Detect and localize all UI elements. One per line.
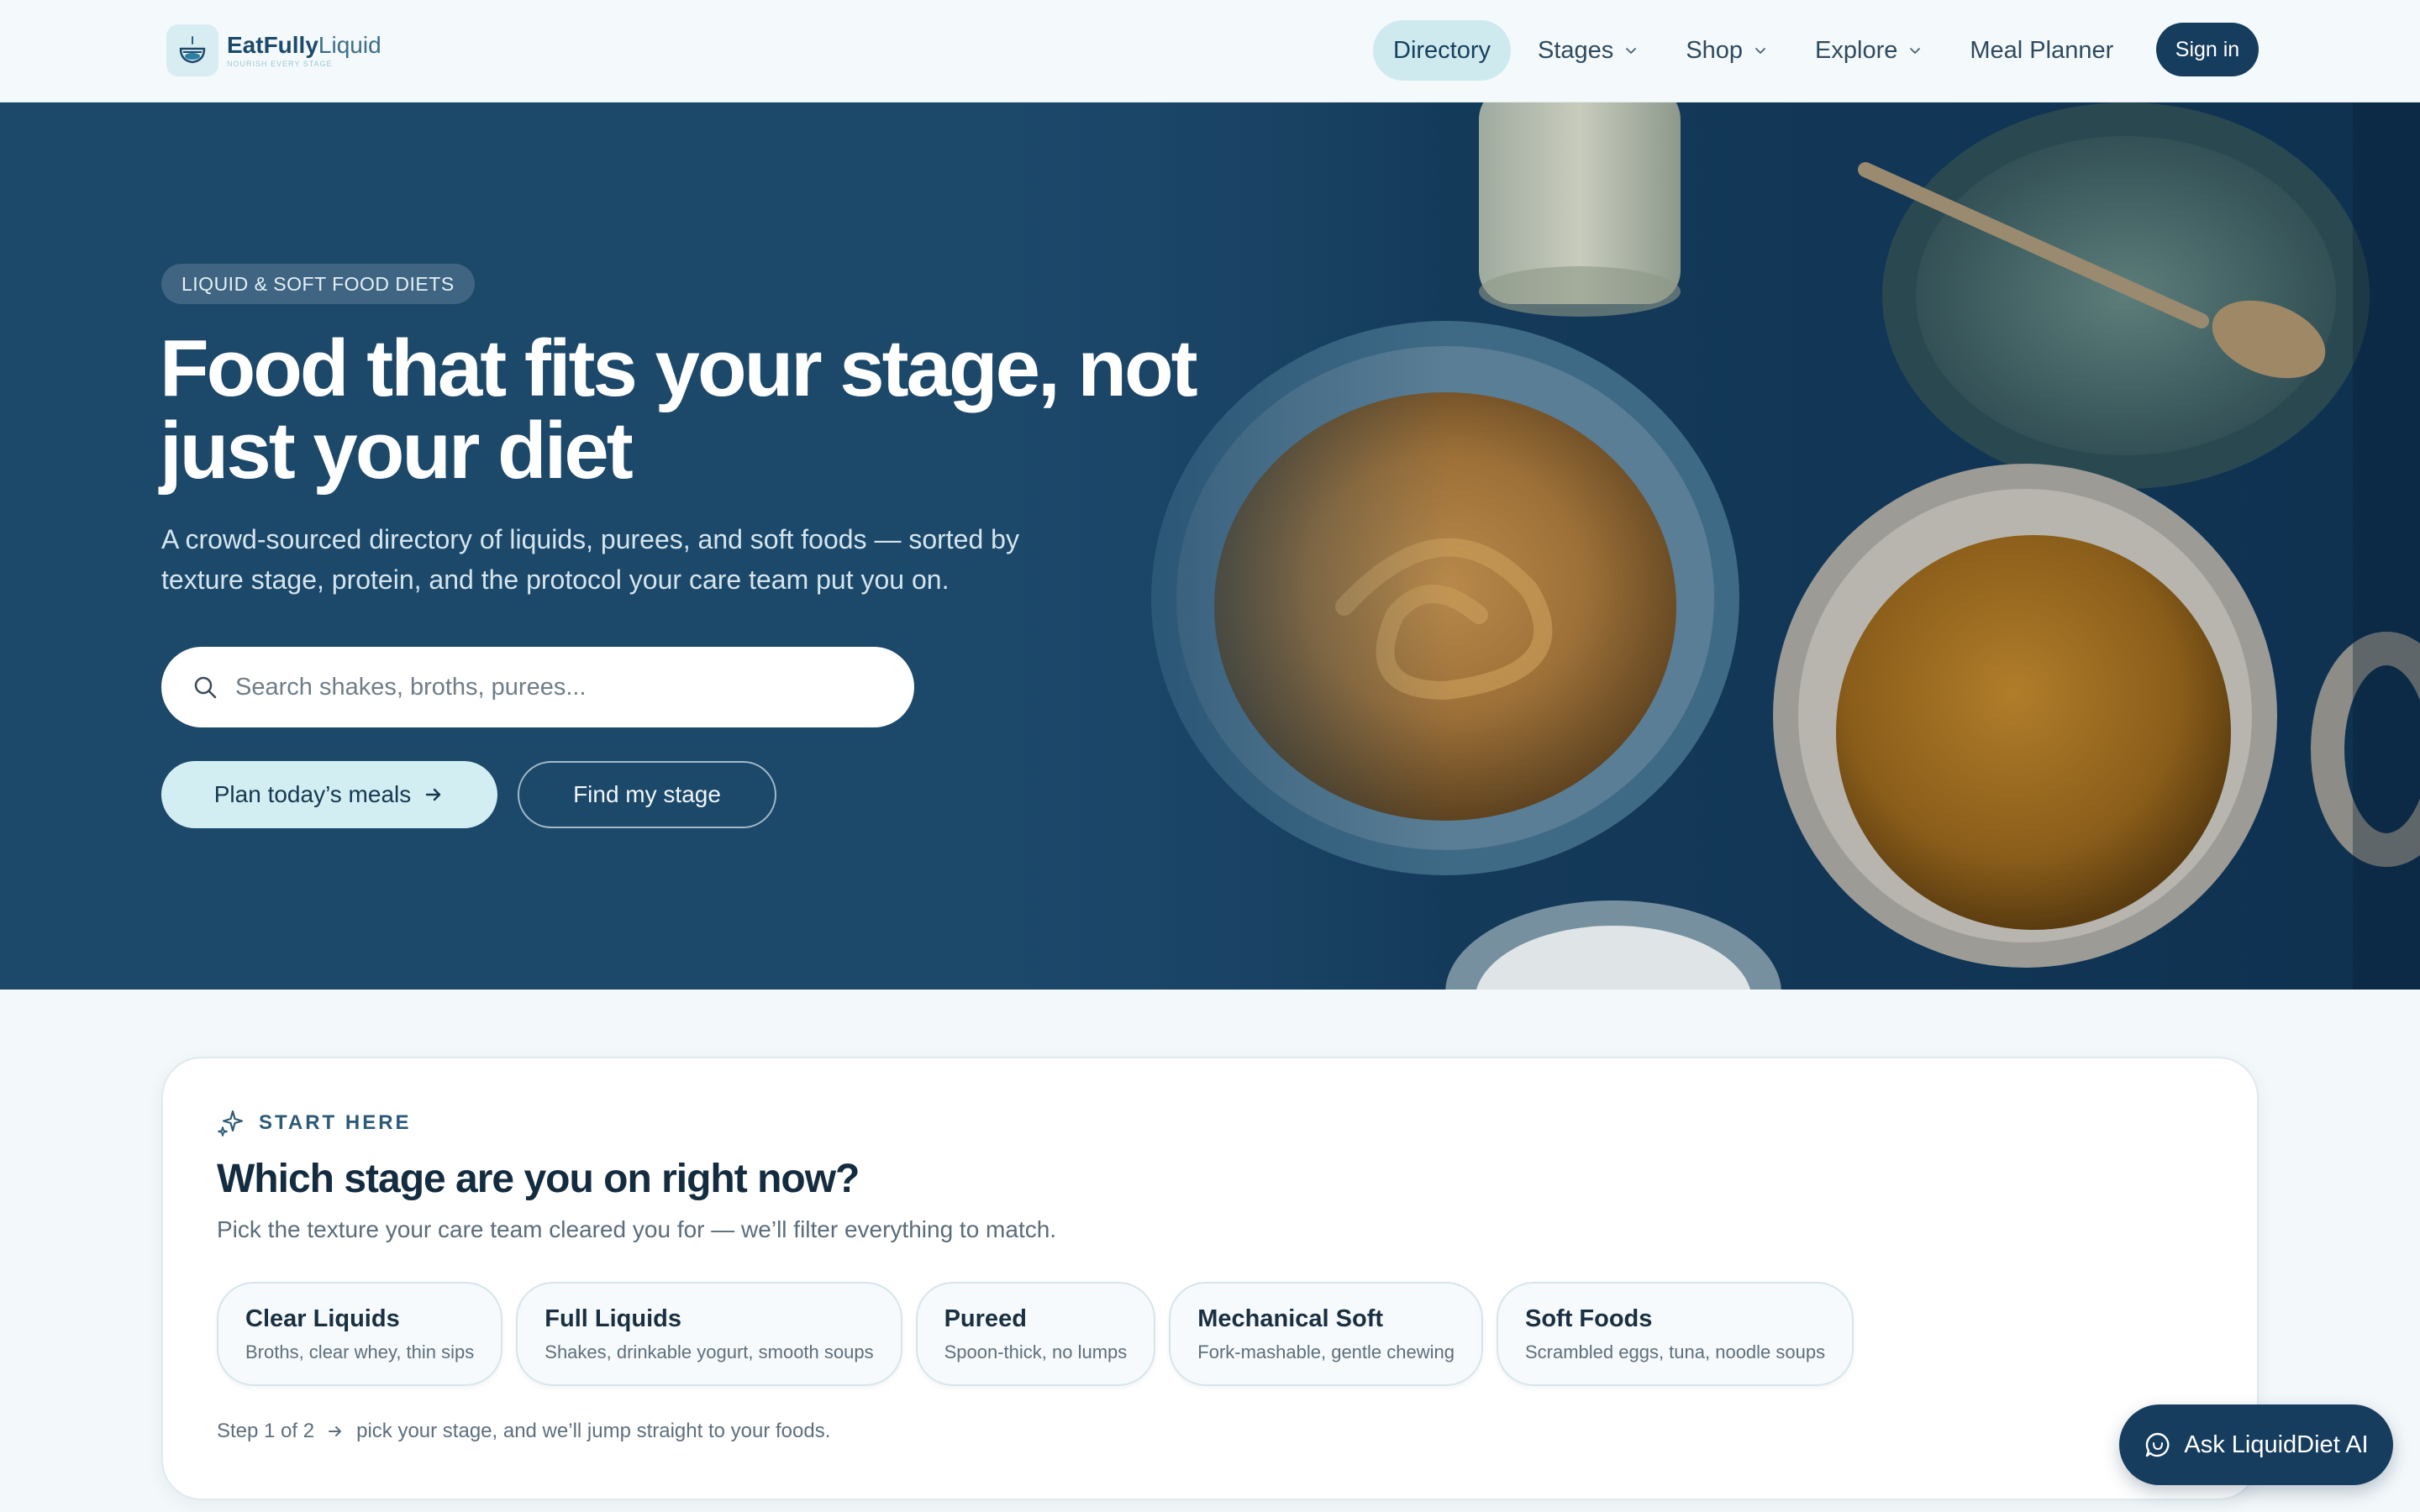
search-input[interactable] <box>235 673 891 701</box>
stage-description: Fork-mashable, gentle chewing <box>1197 1341 1455 1362</box>
step-count: Step 1 of 2 <box>217 1420 315 1442</box>
site-header: EatFullyLiquid NOURISH EVERY STAGE Direc… <box>0 0 2420 102</box>
chevron-down-icon <box>1626 48 1637 54</box>
chat-bubble-icon <box>2146 1432 2170 1457</box>
nav-stages-label: Stages <box>1538 36 1614 64</box>
sign-in-button[interactable]: Sign in <box>2156 23 2259 76</box>
chevron-down-icon <box>1910 48 1921 54</box>
nav-directory[interactable]: Directory <box>1373 20 1512 81</box>
ask-ai-button[interactable]: Ask LiquidDiet AI <box>2119 1404 2393 1485</box>
brand-tagline: NOURISH EVERY STAGE <box>227 60 333 68</box>
nav-explore[interactable]: Explore <box>1795 20 1943 81</box>
stage-name: Clear Liquids <box>245 1305 400 1332</box>
hero-title: Food that fits your stage, not just your… <box>160 323 1198 496</box>
hero-search-bar[interactable] <box>161 647 914 727</box>
nav-stages[interactable]: Stages <box>1518 20 1659 81</box>
arrow-right-icon <box>329 1426 342 1436</box>
plan-meals-label: Plan today’s meals <box>213 781 412 807</box>
plan-meals-button[interactable]: Plan today’s meals <box>161 761 497 828</box>
stage-description: Shakes, drinkable yogurt, smooth soups <box>544 1341 874 1362</box>
step-text: pick your stage, and we’ll jump straight… <box>356 1420 831 1442</box>
arrow-right-icon <box>426 788 441 801</box>
hero-eyebrow-badge: LIQUID & SOFT FOOD DIETS <box>161 264 475 304</box>
find-stage-button[interactable]: Find my stage <box>518 761 776 828</box>
brand-logo[interactable]: EatFullyLiquid NOURISH EVERY STAGE <box>166 24 381 76</box>
nav-meal-planner[interactable]: Meal Planner <box>1949 20 2133 81</box>
search-icon <box>194 676 217 699</box>
nav-shop-label: Shop <box>1686 36 1744 64</box>
stage-picker-card: START HERE Which stage are you on right … <box>161 1057 2259 1500</box>
card-eyebrow-label: START HERE <box>259 1111 412 1134</box>
stage-options: Clear Liquids Broths, clear whey, thin s… <box>217 1282 1867 1386</box>
ask-ai-label: Ask LiquidDiet AI <box>2184 1431 2369 1458</box>
stage-description: Spoon-thick, no lumps <box>944 1341 1128 1362</box>
sparkle-icon <box>218 1110 244 1137</box>
stage-name: Mechanical Soft <box>1197 1305 1384 1332</box>
chevron-down-icon <box>1755 48 1765 54</box>
stage-option-mechanical-soft[interactable]: Mechanical Soft Fork-mashable, gentle ch… <box>1169 1282 1483 1386</box>
nav-directory-label: Directory <box>1393 36 1491 64</box>
hero-subtitle: A crowd-sourced directory of liquids, pu… <box>161 524 1019 595</box>
hero-section: LIQUID & SOFT FOOD DIETS Food that fits … <box>0 102 2420 990</box>
nav-explore-label: Explore <box>1815 36 1898 64</box>
stage-description: Broths, clear whey, thin sips <box>245 1341 475 1362</box>
stage-name: Full Liquids <box>544 1305 681 1332</box>
stage-option-pureed[interactable]: Pureed Spoon-thick, no lumps <box>915 1282 1156 1386</box>
nav-meal-planner-label: Meal Planner <box>1970 36 2114 64</box>
stage-picker-subtitle: Pick the texture your care team cleared … <box>217 1216 1057 1242</box>
stage-option-clear-liquids[interactable]: Clear Liquids Broths, clear whey, thin s… <box>217 1282 503 1386</box>
stage-description: Scrambled eggs, tuna, noodle soups <box>1524 1341 1826 1362</box>
main-nav: Directory Stages Shop Explore Meal Plann… <box>1373 20 2140 81</box>
card-eyebrow: START HERE <box>217 1109 412 1137</box>
stage-name: Pureed <box>944 1305 1027 1332</box>
stage-name: Soft Foods <box>1524 1305 1653 1332</box>
bowl-icon <box>166 24 218 76</box>
brand-name: EatFullyLiquid <box>227 32 381 58</box>
stage-option-soft-foods[interactable]: Soft Foods Scrambled eggs, tuna, noodle … <box>1496 1282 1854 1386</box>
step-indicator: Step 1 of 2 pick your stage, and we’ll j… <box>217 1420 830 1443</box>
stage-option-full-liquids[interactable]: Full Liquids Shakes, drinkable yogurt, s… <box>516 1282 902 1386</box>
stage-picker-title: Which stage are you on right now? <box>217 1157 860 1201</box>
nav-shop[interactable]: Shop <box>1665 20 1788 81</box>
